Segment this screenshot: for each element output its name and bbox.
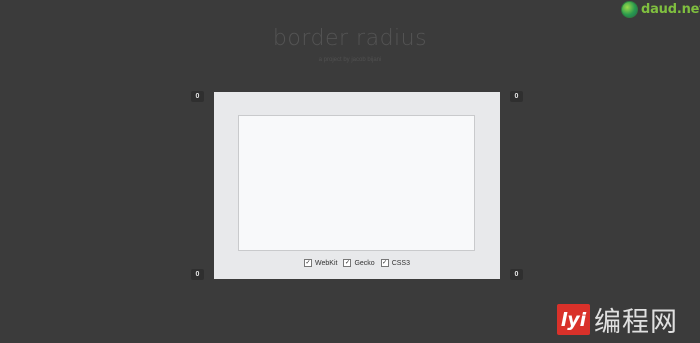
gecko-label: Gecko bbox=[354, 259, 375, 267]
logo-text: daud.net bbox=[641, 2, 700, 17]
webkit-checkbox[interactable]: ✓ bbox=[304, 259, 313, 267]
css3-option[interactable]: ✓ CSS3 bbox=[380, 259, 410, 267]
webkit-label: WebKit bbox=[315, 259, 338, 267]
site-logo[interactable]: daud.net bbox=[621, 1, 700, 18]
webkit-option[interactable]: ✓ WebKit bbox=[304, 259, 337, 267]
bottom-right-radius-input[interactable]: 0 bbox=[510, 269, 523, 280]
gecko-checkbox[interactable]: ✓ bbox=[343, 259, 352, 267]
page-title: border radius bbox=[272, 26, 428, 51]
css3-checkbox[interactable]: ✓ bbox=[380, 259, 389, 267]
css-output-textarea[interactable] bbox=[238, 115, 475, 251]
gecko-option[interactable]: ✓ Gecko bbox=[343, 259, 375, 267]
css3-label: CSS3 bbox=[391, 259, 410, 267]
generator-panel: ✓ WebKit ✓ Gecko ✓ CSS3 bbox=[214, 92, 500, 279]
top-left-radius-input[interactable]: 0 bbox=[191, 91, 204, 102]
watermark-text: 编程网 bbox=[594, 307, 678, 338]
globe-logo-icon bbox=[621, 1, 638, 18]
top-right-radius-input[interactable]: 0 bbox=[510, 91, 523, 102]
page-subtitle: a project by jacob bijani bbox=[318, 57, 382, 63]
vendor-options: ✓ WebKit ✓ Gecko ✓ CSS3 bbox=[214, 259, 500, 267]
bottom-left-radius-input[interactable]: 0 bbox=[191, 269, 204, 280]
watermark: lyi 编程网 bbox=[557, 300, 678, 339]
watermark-badge: lyi bbox=[557, 304, 590, 335]
